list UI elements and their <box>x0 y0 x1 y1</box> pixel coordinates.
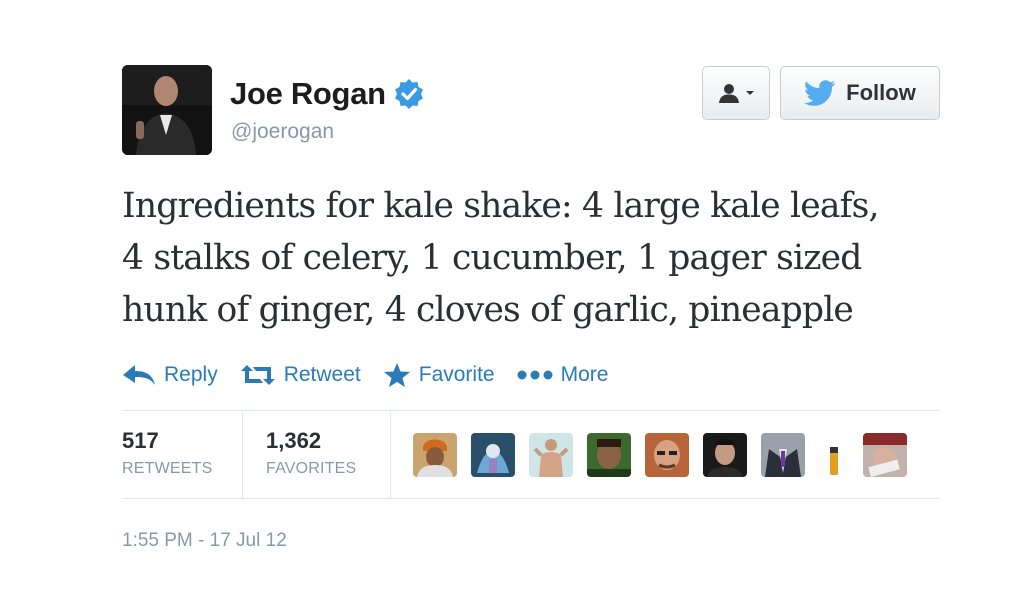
stat-divider <box>390 412 391 498</box>
favoriter-avatar[interactable] <box>761 433 805 477</box>
reply-label: Reply <box>164 363 218 386</box>
retweet-label: Retweet <box>283 363 361 386</box>
divider <box>122 498 940 499</box>
favorite-action[interactable]: Favorite <box>383 362 495 388</box>
divider <box>122 410 940 411</box>
more-action[interactable]: More <box>517 363 609 387</box>
tweet-text-line: 4 stalks of celery, 1 cucumber, 1 pager … <box>122 238 862 278</box>
favoriter-avatars <box>413 433 921 477</box>
stat-divider <box>242 412 243 498</box>
reply-icon <box>123 365 155 385</box>
favoriter-avatar[interactable] <box>587 433 631 477</box>
profile-avatar[interactable] <box>122 65 212 155</box>
user-actions-button[interactable] <box>702 66 770 120</box>
follow-button-label: Follow <box>846 80 916 105</box>
favorites-count: 1,362 <box>266 428 322 453</box>
more-dots-icon <box>517 370 553 380</box>
favoriter-avatar[interactable] <box>413 433 457 477</box>
verified-badge-icon <box>394 79 423 109</box>
retweets-stat[interactable]: 517 RETWEETS <box>122 428 213 478</box>
favoriter-avatar[interactable] <box>471 433 515 477</box>
tweet-actions: Reply Retweet Favorite More <box>122 358 630 392</box>
favorites-stat[interactable]: 1,362 FAVORITES <box>266 428 356 478</box>
favoriter-avatar[interactable] <box>529 433 573 477</box>
favoriter-avatar[interactable] <box>703 433 747 477</box>
user-icon <box>718 84 739 103</box>
reply-action[interactable]: Reply <box>122 363 218 387</box>
twitter-bird-icon <box>804 80 836 106</box>
tweet-text-line: Ingredients for kale shake: 4 large kale… <box>122 186 879 226</box>
follow-button[interactable]: Follow <box>780 66 940 120</box>
user-handle[interactable]: @joerogan <box>231 120 334 144</box>
retweet-icon <box>240 365 275 385</box>
display-name[interactable]: Joe Rogan <box>230 76 424 112</box>
retweets-label: RETWEETS <box>122 460 213 477</box>
tweet-timestamp[interactable]: 1:55 PM - 17 Jul 12 <box>122 530 287 552</box>
retweet-action[interactable]: Retweet <box>240 363 361 387</box>
tweet-text-line: hunk of ginger, 4 cloves of garlic, pine… <box>122 290 854 330</box>
favoriter-avatar[interactable] <box>645 433 689 477</box>
favorites-label: FAVORITES <box>266 460 357 477</box>
retweets-count: 517 <box>122 428 159 453</box>
chevron-down-icon <box>745 91 754 95</box>
favoriter-avatar[interactable] <box>819 433 849 477</box>
favoriter-avatar[interactable] <box>863 433 907 477</box>
avatar-image <box>122 65 212 155</box>
favorite-label: Favorite <box>418 363 495 386</box>
star-icon <box>383 363 410 387</box>
display-name-text: Joe Rogan <box>230 76 386 111</box>
more-label: More <box>560 363 609 386</box>
tweet-text: Ingredients for kale shake: 4 large kale… <box>122 180 952 336</box>
